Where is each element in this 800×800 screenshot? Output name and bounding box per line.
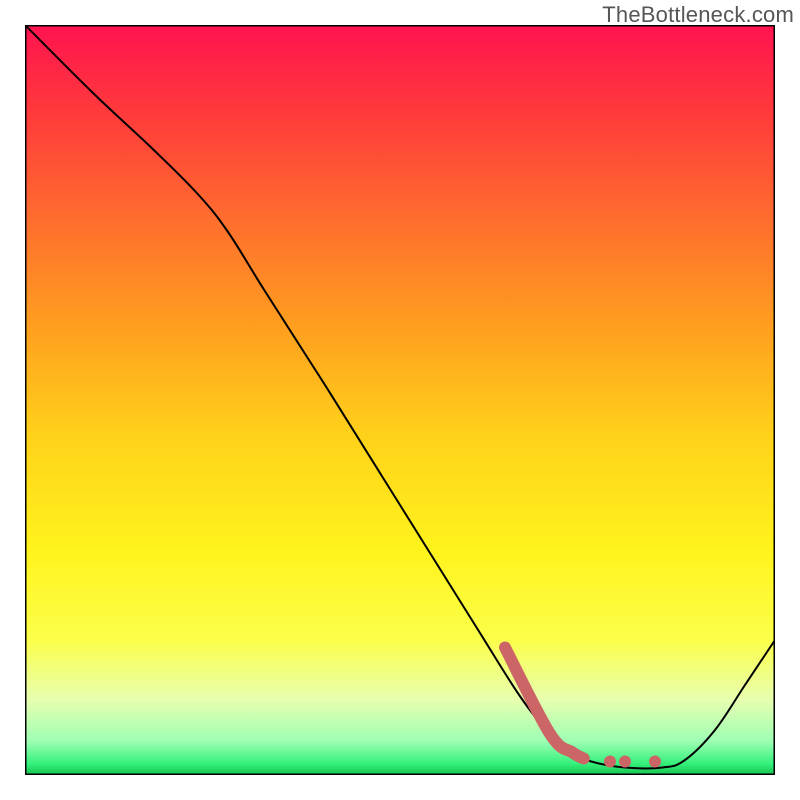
gradient-background [25,25,775,775]
highlight-dot [604,756,616,768]
highlight-dot [619,756,631,768]
highlight-dot [649,756,661,768]
chart-container: TheBottleneck.com [0,0,800,800]
plot-area [25,25,775,775]
chart-svg [25,25,775,775]
